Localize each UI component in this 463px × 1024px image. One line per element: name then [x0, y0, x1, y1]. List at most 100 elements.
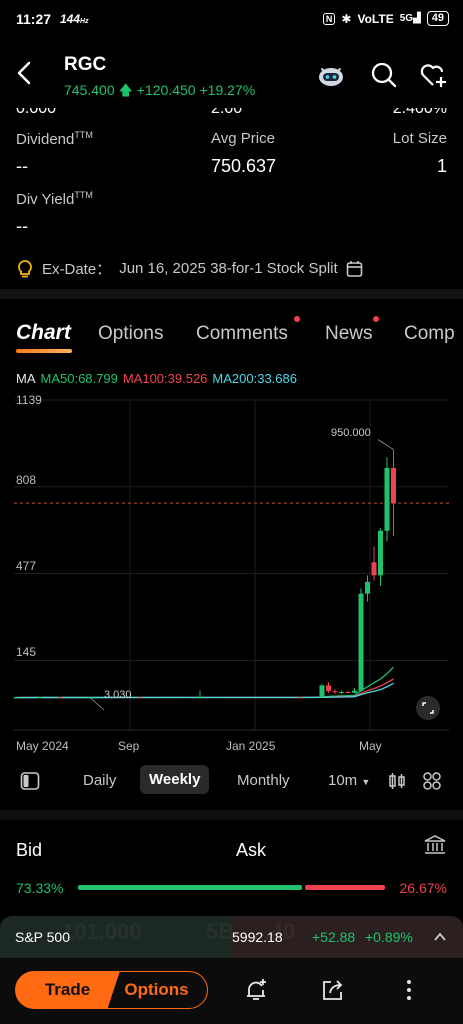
- ask-percentage: 26.67%: [399, 880, 447, 896]
- candle-body: [378, 530, 383, 576]
- more-options-icon[interactable]: [396, 977, 422, 1003]
- comments-notification-dot: [294, 316, 300, 322]
- dividend-value: --: [16, 156, 28, 176]
- lightbulb-icon: [18, 259, 32, 277]
- index-change: +52.88: [312, 929, 356, 945]
- caret-down-icon: ▼: [361, 777, 371, 787]
- share-icon[interactable]: [320, 977, 346, 1003]
- y-tick-label: 145: [16, 645, 37, 659]
- expand-icon: [422, 702, 434, 714]
- div-yield-label: Div YieldTTM: [16, 190, 93, 208]
- candle-body: [345, 691, 351, 693]
- ask-heading: Ask: [236, 840, 267, 860]
- y-tick-label: 808: [16, 473, 37, 487]
- index-ticker-bar[interactable]: 101.000 5B ... .40 S&P 500 5992.18 +52.8…: [0, 916, 463, 958]
- bottom-action-bar: Trade Options: [0, 958, 463, 1024]
- moving-average-legend[interactable]: MA MA50:68.799 MA100:39.526 MA200:33.686: [16, 371, 297, 386]
- back-arrow-icon[interactable]: [12, 58, 38, 88]
- y-tick-label: 1139: [16, 393, 42, 407]
- fullscreen-button[interactable]: [416, 696, 440, 720]
- candlestick-chart[interactable]: [0, 390, 463, 760]
- price-chart[interactable]: [0, 390, 463, 760]
- bid-heading: Bid: [16, 840, 43, 860]
- x-tick-label: May: [359, 739, 382, 753]
- index-name: S&P 500: [15, 929, 71, 945]
- ma100-line: [15, 678, 394, 699]
- price-change-pct: +19.27%: [199, 82, 256, 98]
- ma50-line: [15, 666, 394, 699]
- grid-layout-icon[interactable]: [422, 771, 442, 791]
- period-selector: Daily Weekly Monthly 10m ▼: [0, 765, 463, 797]
- price-alert-bell-icon[interactable]: [243, 977, 269, 1003]
- candle-body: [365, 581, 370, 594]
- ex-date-label: Ex-Date：: [42, 261, 112, 278]
- robot-assistant-icon[interactable]: [316, 60, 346, 90]
- tab-comments[interactable]: Comments: [196, 323, 288, 345]
- candle-body: [57, 697, 63, 699]
- ma50-value: MA50:68.799: [40, 371, 118, 386]
- network-label: VoLTE: [357, 11, 394, 26]
- refresh-rate: 144Hz: [60, 12, 89, 26]
- div-yield-value: --: [16, 216, 28, 236]
- ma-label: MA: [16, 371, 36, 386]
- index-value: 5992.18: [232, 929, 283, 945]
- price-change: +120.450: [136, 82, 196, 98]
- bid-ratio-bar: [78, 885, 302, 890]
- bluetooth-icon: ✱: [341, 11, 352, 26]
- section-divider: [0, 289, 463, 299]
- period-weekly[interactable]: Weekly: [140, 765, 210, 794]
- ma100-value: MA100:39.526: [122, 371, 208, 386]
- signal-icon: 5G▟: [399, 13, 421, 24]
- last-price: 745.400: [64, 82, 115, 98]
- high-leader-line: [377, 439, 394, 450]
- search-icon[interactable]: [369, 60, 399, 90]
- period-monthly[interactable]: Monthly: [237, 772, 290, 789]
- candle-body: [297, 697, 303, 699]
- calendar-add-icon[interactable]: [346, 260, 364, 278]
- tab-company[interactable]: Comp: [404, 323, 455, 345]
- ticker-symbol: RGC: [64, 54, 107, 75]
- low-price-label: 3.030: [104, 689, 132, 701]
- candle-body: [339, 691, 344, 693]
- watchlist-add-heart-icon[interactable]: [418, 60, 448, 90]
- section-divider: [0, 810, 463, 820]
- candle-body: [326, 685, 331, 692]
- low-leader-line: [89, 697, 105, 711]
- high-price-label: 950.000: [331, 427, 371, 439]
- candle-body: [37, 697, 43, 699]
- exchange-building-icon[interactable]: [423, 834, 447, 856]
- news-notification-dot: [373, 316, 379, 322]
- x-tick-label: Jan 2025: [226, 739, 276, 753]
- content-tabs: Chart Options Comments News Comp: [0, 316, 463, 353]
- period-daily[interactable]: Daily: [83, 772, 116, 789]
- x-tick-label: May 2024: [16, 739, 69, 753]
- lot-size-value: 1: [436, 156, 447, 176]
- candle-body: [332, 691, 338, 693]
- dividend-label: DividendTTM: [16, 130, 93, 148]
- ex-date-row[interactable]: Ex-Date： Jun 16, 2025 38-for-1 Stock Spl…: [16, 258, 364, 279]
- status-icons: N ✱ VoLTE 5G▟ 49: [322, 11, 449, 26]
- period-minutes-dropdown[interactable]: 10m ▼: [328, 772, 370, 789]
- chevron-up-icon[interactable]: [433, 930, 447, 944]
- avg-price-label: Avg Price: [211, 130, 275, 147]
- tab-news[interactable]: News: [325, 323, 373, 345]
- ex-date-text: Jun 16, 2025 38-for-1 Stock Split: [119, 260, 338, 277]
- options-button[interactable]: Options: [105, 971, 208, 1009]
- candle-body: [197, 697, 203, 699]
- lot-size-label: Lot Size: [392, 130, 447, 147]
- ask-ratio-bar: [305, 885, 385, 890]
- sidebar-toggle-icon[interactable]: [20, 771, 40, 791]
- tab-options[interactable]: Options: [98, 323, 163, 345]
- price-quote: 745.400 🡅 +120.450 +19.27%: [64, 80, 255, 104]
- candle-body: [13, 697, 19, 699]
- candle-body: [391, 467, 396, 504]
- candle-body: [371, 562, 377, 576]
- candle-settings-icon[interactable]: [387, 771, 407, 791]
- avg-price-value: 750.637: [211, 156, 277, 176]
- tab-chart[interactable]: Chart: [16, 321, 71, 345]
- y-tick-label: 477: [16, 559, 37, 573]
- active-tab-underline: [16, 349, 72, 353]
- up-arrow-icon: 🡅: [118, 82, 133, 98]
- battery-icon: 49: [426, 11, 449, 26]
- status-bar: 11:27 144Hz N ✱ VoLTE 5G▟ 49: [0, 0, 463, 38]
